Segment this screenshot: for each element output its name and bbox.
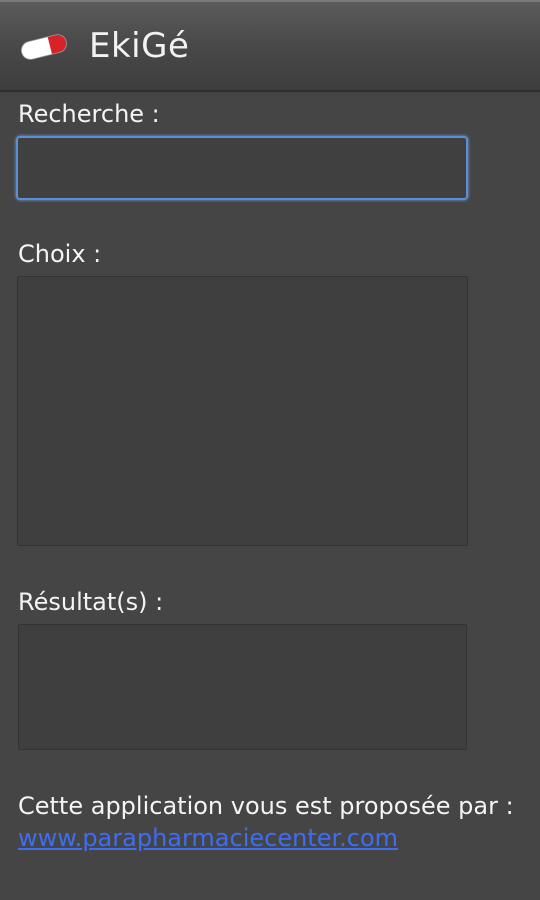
pill-icon [21, 34, 67, 60]
choices-list[interactable] [17, 276, 468, 546]
search-label: Recherche : [18, 100, 160, 128]
app-screen: EkiGé Recherche : Choix : Résultat(s) : … [0, 0, 540, 900]
app-title: EkiGé [89, 26, 190, 66]
footer-text: Cette application vous est proposée par … [18, 792, 514, 820]
results-list[interactable] [18, 624, 467, 750]
footer-credit: Cette application vous est proposée par … [18, 790, 528, 854]
search-input[interactable] [16, 136, 468, 200]
title-bar: EkiGé [0, 0, 540, 92]
partner-link[interactable]: www.parapharmaciecenter.com [18, 824, 398, 852]
choices-label: Choix : [18, 240, 102, 268]
results-label: Résultat(s) : [18, 588, 164, 616]
